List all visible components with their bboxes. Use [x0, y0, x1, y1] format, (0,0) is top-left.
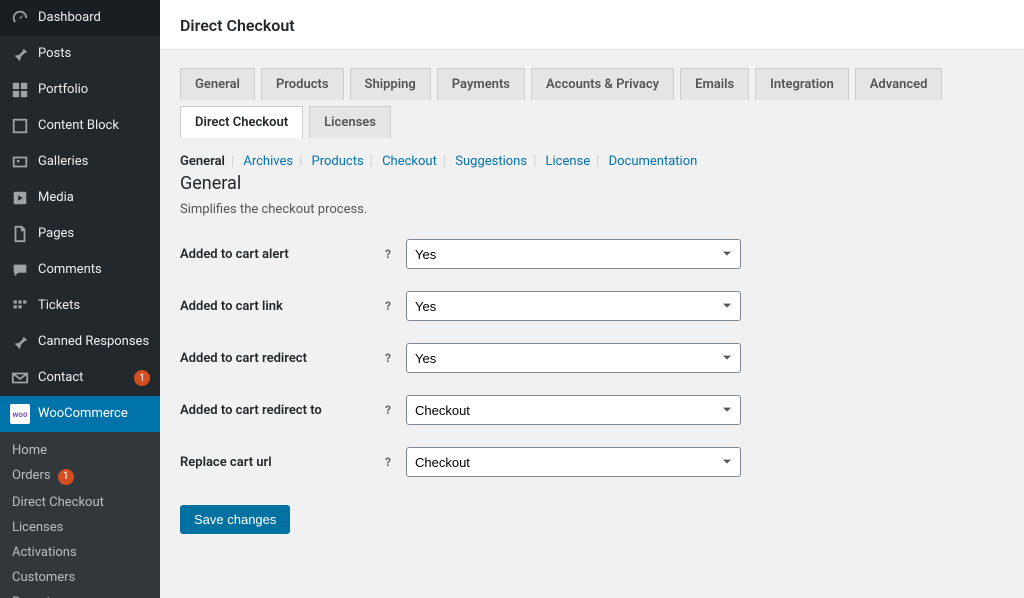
subtab-archives[interactable]: Archives — [243, 154, 293, 169]
field-added-to-cart-redirect-to: Added to cart redirect to ? Checkout — [180, 395, 1004, 425]
page-header: Direct Checkout — [160, 0, 1024, 50]
field-replace-cart-url: Replace cart url ? Checkout — [180, 447, 1004, 477]
page-title: Direct Checkout — [180, 16, 1004, 35]
subitem-customers[interactable]: Customers — [0, 565, 160, 590]
field-added-to-cart-alert: Added to cart alert ? Yes — [180, 239, 1004, 269]
field-label: Added to cart redirect — [180, 351, 380, 366]
notification-badge: 1 — [134, 370, 150, 386]
sidebar-item-pages[interactable]: Pages — [0, 216, 160, 252]
sidebar-label: Content Block — [38, 118, 150, 135]
sidebar-item-tickets[interactable]: Tickets — [0, 288, 160, 324]
field-label: Added to cart link — [180, 299, 380, 314]
mail-icon — [10, 368, 30, 388]
field-added-to-cart-link: Added to cart link ? Yes — [180, 291, 1004, 321]
subtab-documentation[interactable]: Documentation — [609, 154, 698, 169]
block-icon — [10, 116, 30, 136]
select-added-link[interactable]: Yes — [406, 291, 741, 321]
select-added-alert[interactable]: Yes — [406, 239, 741, 269]
subitem-reports[interactable]: Reports — [0, 590, 160, 598]
settings-tabs: General Products Shipping Payments Accou… — [180, 68, 1004, 138]
sidebar-label: Galleries — [38, 154, 150, 171]
save-button[interactable]: Save changes — [180, 505, 290, 534]
sidebar-item-portfolio[interactable]: Portfolio — [0, 72, 160, 108]
sidebar-submenu: Home Orders 1 Direct Checkout Licenses A… — [0, 432, 160, 598]
help-icon[interactable]: ? — [380, 350, 396, 366]
section-desc: Simplifies the checkout process. — [180, 202, 1004, 217]
admin-sidebar: Dashboard Posts Portfolio Content Block … — [0, 0, 160, 598]
select-redirect-to[interactable]: Checkout — [406, 395, 741, 425]
sidebar-item-dashboard[interactable]: Dashboard — [0, 0, 160, 36]
media-icon — [10, 188, 30, 208]
page-icon — [10, 224, 30, 244]
tab-emails[interactable]: Emails — [680, 68, 749, 100]
subitem-home[interactable]: Home — [0, 438, 160, 463]
main-content: Direct Checkout General Products Shippin… — [160, 0, 1024, 598]
gauge-icon — [10, 8, 30, 28]
help-icon[interactable]: ? — [380, 298, 396, 314]
sidebar-item-content-block[interactable]: Content Block — [0, 108, 160, 144]
tab-licenses[interactable]: Licenses — [309, 106, 391, 138]
subtab-suggestions[interactable]: Suggestions — [455, 154, 527, 169]
sidebar-label: Media — [38, 190, 150, 207]
sidebar-label: Posts — [38, 46, 150, 63]
sidebar-label: Pages — [38, 226, 150, 243]
sidebar-label: Canned Responses — [38, 334, 150, 351]
subitem-direct-checkout[interactable]: Direct Checkout — [0, 490, 160, 515]
subitem-orders[interactable]: Orders 1 — [0, 463, 160, 490]
subtab-general[interactable]: General — [180, 154, 225, 169]
sidebar-item-woocommerce[interactable]: woo WooCommerce — [0, 396, 160, 432]
notification-badge: 1 — [58, 469, 74, 485]
settings-form: Added to cart alert ? Yes Added to cart … — [180, 239, 1004, 477]
section-title: General — [180, 173, 1004, 194]
sidebar-label: Dashboard — [38, 10, 150, 27]
sidebar-item-contact[interactable]: Contact 1 — [0, 360, 160, 396]
field-label: Added to cart alert — [180, 247, 380, 262]
field-label: Added to cart redirect to — [180, 403, 380, 418]
field-label: Replace cart url — [180, 455, 380, 470]
tab-direct-checkout[interactable]: Direct Checkout — [180, 106, 303, 138]
sidebar-label: Portfolio — [38, 82, 150, 99]
subtab-license[interactable]: License — [546, 154, 591, 169]
grid-icon — [10, 80, 30, 100]
tab-integration[interactable]: Integration — [755, 68, 849, 100]
help-icon[interactable]: ? — [380, 402, 396, 418]
pin-icon — [10, 44, 30, 64]
tab-shipping[interactable]: Shipping — [350, 68, 431, 100]
sidebar-item-comments[interactable]: Comments — [0, 252, 160, 288]
sidebar-item-media[interactable]: Media — [0, 180, 160, 216]
pin-icon — [10, 332, 30, 352]
help-icon[interactable]: ? — [380, 454, 396, 470]
sidebar-label: Contact — [38, 370, 130, 387]
sidebar-label: WooCommerce — [38, 406, 150, 423]
tab-products[interactable]: Products — [261, 68, 344, 100]
sidebar-label: Comments — [38, 262, 150, 279]
content-wrap: General Products Shipping Payments Accou… — [160, 50, 1024, 598]
tab-general[interactable]: General — [180, 68, 255, 100]
tab-accounts[interactable]: Accounts & Privacy — [531, 68, 674, 100]
woo-icon: woo — [10, 404, 30, 424]
select-replace-cart[interactable]: Checkout — [406, 447, 741, 477]
sub-tabs: General| Archives| Products| Checkout| S… — [180, 154, 1004, 169]
ticket-icon — [10, 296, 30, 316]
tab-payments[interactable]: Payments — [437, 68, 525, 100]
sidebar-item-posts[interactable]: Posts — [0, 36, 160, 72]
subtab-products[interactable]: Products — [312, 154, 364, 169]
subitem-licenses[interactable]: Licenses — [0, 515, 160, 540]
comment-icon — [10, 260, 30, 280]
field-added-to-cart-redirect: Added to cart redirect ? Yes — [180, 343, 1004, 373]
images-icon — [10, 152, 30, 172]
select-added-redirect[interactable]: Yes — [406, 343, 741, 373]
subitem-activations[interactable]: Activations — [0, 540, 160, 565]
sidebar-item-canned[interactable]: Canned Responses — [0, 324, 160, 360]
help-icon[interactable]: ? — [380, 246, 396, 262]
sidebar-label: Tickets — [38, 298, 150, 315]
sidebar-item-galleries[interactable]: Galleries — [0, 144, 160, 180]
subtab-checkout[interactable]: Checkout — [382, 154, 437, 169]
tab-advanced[interactable]: Advanced — [855, 68, 943, 100]
